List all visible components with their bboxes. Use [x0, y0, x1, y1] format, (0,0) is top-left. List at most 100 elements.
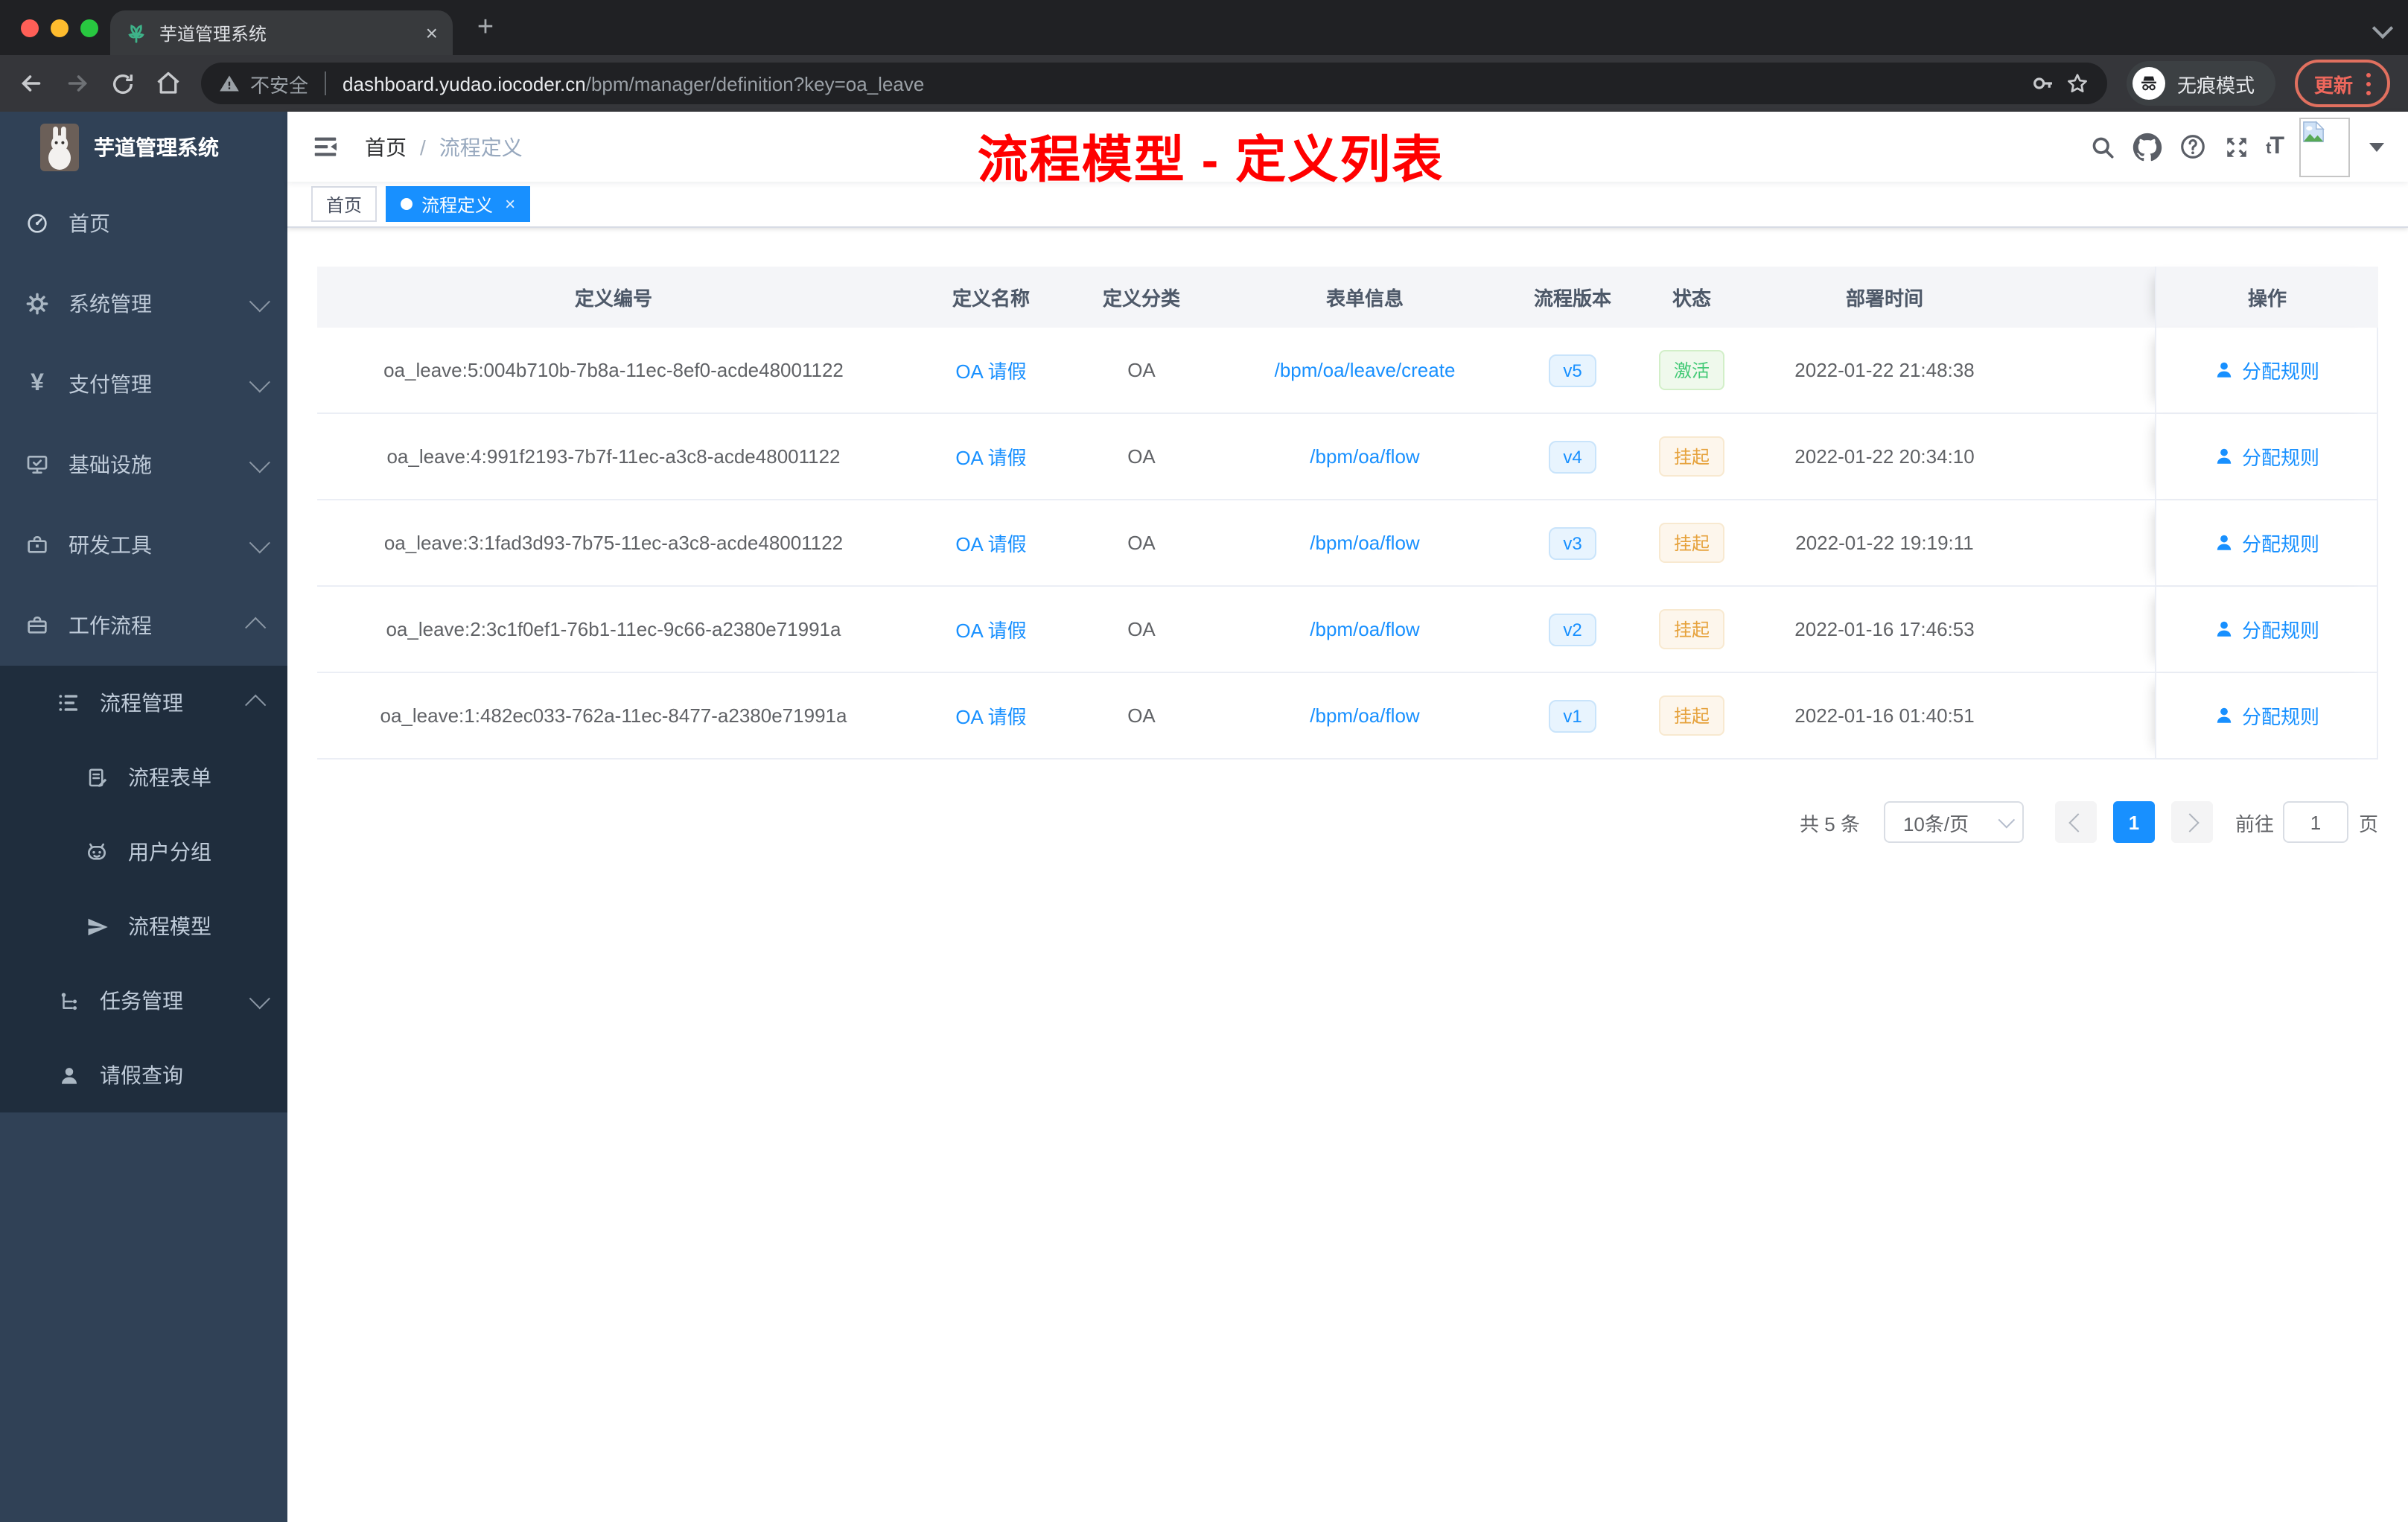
col-header: 定义名称 — [952, 287, 1030, 310]
page-content: 定义编号 定义名称 定义分类 表单信息 流程版本 状态 部署时间 操作 oa_l… — [287, 228, 2408, 1522]
prev-page-button[interactable] — [2054, 801, 2097, 843]
fullscreen-icon[interactable] — [2223, 133, 2249, 160]
user-icon — [2215, 360, 2235, 380]
tag-home[interactable]: 首页 — [311, 186, 378, 222]
definition-name-link[interactable]: OA 请假 — [955, 529, 1026, 557]
sidebar-item-label: 任务管理 — [100, 989, 183, 1013]
status-badge: 挂起 — [1658, 523, 1724, 563]
sidebar-item-task-mgmt[interactable]: 任务管理 — [0, 964, 287, 1038]
form-link[interactable]: /bpm/oa/flow — [1310, 532, 1419, 554]
robot-icon — [85, 840, 109, 864]
form-link[interactable]: /bpm/oa/flow — [1310, 445, 1419, 468]
sidebar-item-process-model[interactable]: 流程模型 — [0, 889, 287, 964]
avatar-caret-icon[interactable] — [2369, 142, 2384, 151]
form-link[interactable]: /bpm/oa/flow — [1310, 704, 1419, 727]
help-question-icon[interactable] — [2178, 133, 2206, 161]
avatar[interactable] — [2299, 117, 2350, 176]
sidebar-item-process-form[interactable]: 流程表单 — [0, 740, 287, 815]
chevron-down-icon — [249, 532, 270, 554]
sidebar-item-devtools[interactable]: 研发工具 — [0, 505, 287, 585]
sidebar-collapse-icon[interactable] — [311, 133, 340, 161]
security-warning-icon[interactable] — [219, 73, 240, 94]
status-badge: 挂起 — [1658, 695, 1724, 736]
sidebar-item-leave-query[interactable]: 请假查询 — [0, 1038, 287, 1112]
sidebar-item-system[interactable]: 系统管理 — [0, 264, 287, 344]
form-link[interactable]: /bpm/oa/flow — [1310, 618, 1419, 640]
sidebar-item-payment[interactable]: ¥ 支付管理 — [0, 344, 287, 424]
sidebar-item-user-group[interactable]: 用户分组 — [0, 815, 287, 889]
back-icon[interactable] — [18, 70, 45, 97]
definition-category: OA — [1127, 445, 1156, 468]
next-page-button[interactable] — [2170, 801, 2213, 843]
close-window-button[interactable] — [21, 19, 39, 37]
definition-name-link[interactable]: OA 请假 — [955, 615, 1026, 643]
version-badge: v4 — [1548, 440, 1597, 473]
home-icon[interactable] — [155, 70, 182, 97]
search-icon[interactable] — [2089, 133, 2115, 160]
chevron-up-icon — [245, 694, 267, 716]
sidebar-item-label: 工作流程 — [69, 614, 152, 637]
col-header: 部署时间 — [1845, 287, 1923, 310]
table-row: oa_leave:1:482ec033-762a-11ec-8477-a2380… — [317, 673, 2377, 760]
assign-rule-link[interactable]: 分配规则 — [2242, 442, 2319, 471]
password-key-icon[interactable] — [2031, 71, 2055, 95]
minimize-window-button[interactable] — [51, 19, 69, 37]
assign-rule-link[interactable]: 分配规则 — [2242, 356, 2319, 384]
user-icon — [2215, 620, 2235, 639]
sidebar-item-label: 流程模型 — [128, 914, 211, 938]
workflow-submenu: 流程管理 流程表单 用户分组 流程模型 任务管理 请假查询 — [0, 666, 287, 1112]
sidebar-logo[interactable]: 芋道管理系统 — [0, 112, 287, 183]
chevron-up-icon — [245, 617, 267, 638]
tree-icon — [57, 990, 80, 1012]
sidebar-item-label: 首页 — [69, 211, 110, 235]
sidebar-item-home[interactable]: 首页 — [0, 183, 287, 264]
github-icon[interactable] — [2132, 132, 2162, 162]
sidebar-item-infra[interactable]: 基础设施 — [0, 424, 287, 505]
form-icon — [85, 766, 109, 789]
browser-update-button[interactable]: 更新 — [2294, 60, 2390, 107]
goto-page-input[interactable] — [2282, 801, 2348, 843]
breadcrumb-separator: / — [420, 135, 426, 159]
sidebar-item-label: 用户分组 — [128, 840, 211, 864]
tag-close-icon[interactable]: × — [505, 194, 515, 214]
briefcase-icon — [25, 614, 49, 637]
url-bar[interactable]: 不安全 dashboard.yudao.iocoder.cn/bpm/manag… — [201, 63, 2107, 104]
browser-tab-strip: 芋道管理系统 × + — [0, 0, 2408, 55]
tab-search-chevron-icon[interactable] — [2372, 17, 2394, 39]
definition-id: oa_leave:5:004b710b-7b8a-11ec-8ef0-acde4… — [383, 359, 844, 381]
tab-close-icon[interactable]: × — [426, 22, 438, 43]
chevron-right-icon — [2180, 812, 2200, 832]
col-header: 表单信息 — [1325, 287, 1404, 310]
tag-process-definition[interactable]: 流程定义 × — [386, 186, 531, 222]
bookmark-star-icon[interactable] — [2065, 71, 2089, 95]
tab-title: 芋道管理系统 — [159, 23, 267, 44]
assign-rule-link[interactable]: 分配规则 — [2242, 615, 2319, 643]
form-link[interactable]: /bpm/oa/leave/create — [1275, 359, 1456, 381]
page-size-select[interactable]: 10条/页 — [1883, 801, 2024, 843]
deploy-time: 2022-01-22 19:19:11 — [1795, 532, 1974, 554]
user-icon — [2215, 706, 2235, 725]
chevron-down-icon — [249, 988, 270, 1010]
font-size-icon[interactable]: tT — [2266, 133, 2284, 160]
assign-rule-link[interactable]: 分配规则 — [2242, 701, 2319, 730]
browser-menu-icon[interactable] — [2366, 72, 2371, 95]
new-tab-button[interactable]: + — [471, 13, 500, 43]
reload-icon[interactable] — [110, 71, 136, 96]
sidebar-item-label: 基础设施 — [69, 453, 152, 477]
breadcrumb-home[interactable]: 首页 — [365, 132, 407, 162]
definition-name-link[interactable]: OA 请假 — [955, 356, 1026, 384]
incognito-icon — [2132, 67, 2165, 100]
current-page-button[interactable]: 1 — [2112, 801, 2155, 843]
zoom-window-button[interactable] — [80, 19, 98, 37]
browser-tab[interactable]: 芋道管理系统 × — [110, 10, 453, 55]
assign-rule-link[interactable]: 分配规则 — [2242, 529, 2319, 557]
sidebar-item-process-mgmt[interactable]: 流程管理 — [0, 666, 287, 740]
forward-icon[interactable] — [64, 70, 91, 97]
window-controls[interactable] — [21, 19, 98, 37]
definition-id: oa_leave:3:1fad3d93-7b75-11ec-a3c8-acde4… — [383, 532, 844, 554]
definition-name-link[interactable]: OA 请假 — [955, 442, 1026, 471]
user-icon — [2215, 447, 2235, 466]
definition-name-link[interactable]: OA 请假 — [955, 701, 1026, 730]
yen-icon: ¥ — [31, 371, 44, 396]
sidebar-item-workflow[interactable]: 工作流程 — [0, 585, 287, 666]
